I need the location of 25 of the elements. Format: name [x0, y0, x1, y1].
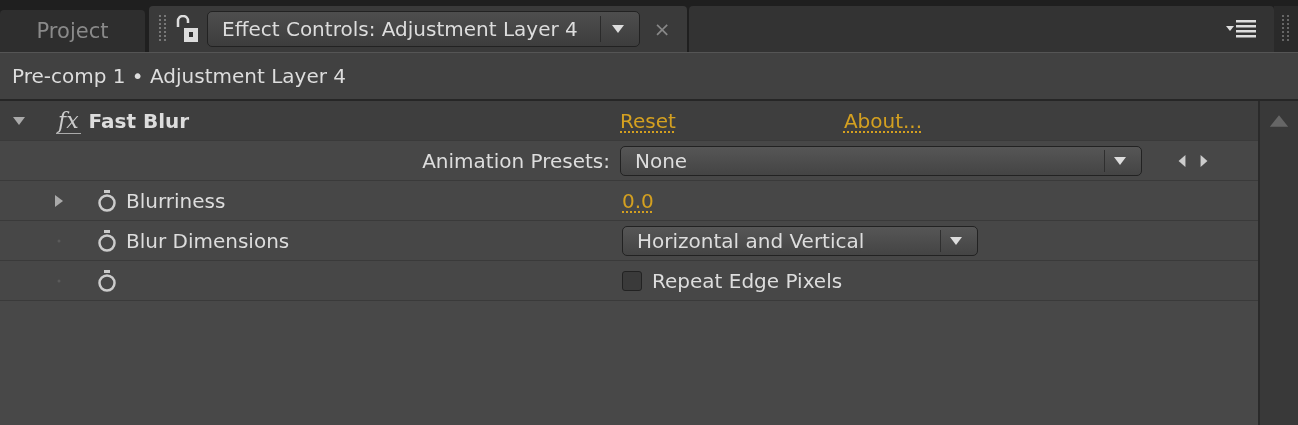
reset-link[interactable]: Reset	[620, 108, 676, 133]
effect-badge[interactable]: fx	[56, 107, 81, 134]
grip-icon[interactable]	[159, 15, 167, 43]
presets-dropdown[interactable]: None	[620, 145, 1142, 176]
stopwatch-icon[interactable]	[96, 228, 118, 253]
stopwatch-icon[interactable]	[96, 268, 118, 293]
panel-title-dropdown[interactable]: Effect Controls: Adjustment Layer 4	[207, 11, 640, 47]
checkbox-label: Repeat Edge Pixels	[652, 268, 843, 293]
grip-icon[interactable]	[1282, 15, 1290, 43]
checkbox[interactable]	[622, 270, 642, 291]
close-tab-button[interactable]: ×	[647, 17, 677, 41]
scrollbar[interactable]	[1258, 101, 1298, 425]
dimensions-dropdown[interactable]: Horizontal and Vertical	[622, 225, 978, 256]
layer-breadcrumb: Pre-comp 1 • Adjustment Layer 4	[12, 64, 347, 88]
blurriness-value[interactable]: 0.0	[622, 188, 654, 213]
about-link[interactable]: About...	[843, 108, 923, 133]
active-tab[interactable]: Effect Controls: Adjustment Layer 4 ×	[149, 6, 687, 52]
stopwatch-icon[interactable]	[96, 188, 118, 213]
presets-label: Animation Presets:	[422, 148, 610, 173]
menu-icon[interactable]	[1226, 20, 1256, 38]
lock-icon[interactable]	[175, 15, 199, 43]
property-name: Blur Dimensions	[126, 228, 290, 253]
effect-name: Fast Blur	[88, 108, 190, 133]
property-name: Blurriness	[126, 188, 226, 213]
panel-tab[interactable]: Project	[0, 10, 145, 52]
